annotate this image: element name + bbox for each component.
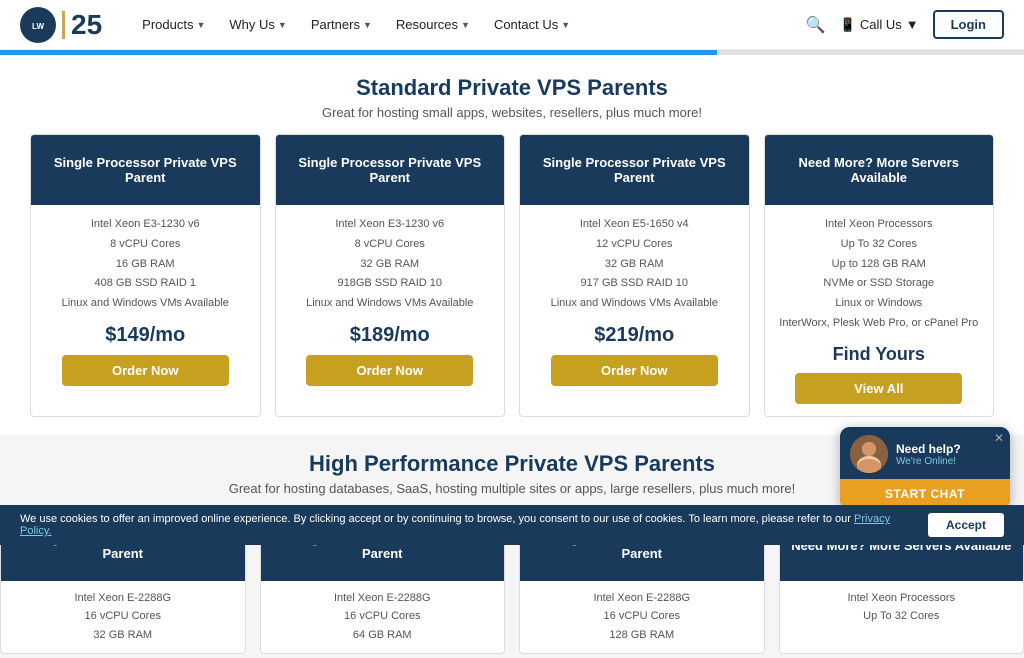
navbar-right: 🔍 📱 Call Us ▼ Login — [806, 10, 1004, 39]
card-3-header: Single Processor Private VPS Parent — [520, 135, 749, 205]
nav-resources[interactable]: Resources ▼ — [386, 11, 480, 38]
logo[interactable]: LW 25 — [20, 7, 102, 43]
chat-text: Need help? We're Online! — [896, 442, 961, 467]
card-need-more-body: Intel Xeon Processors Up To 32 Cores Up … — [765, 205, 994, 416]
card-3-price: $219/mo — [530, 324, 739, 347]
nav-menu: Products ▼ Why Us ▼ Partners ▼ Resources… — [132, 11, 806, 38]
products-arrow-icon: ▼ — [196, 20, 205, 30]
resources-arrow-icon: ▼ — [461, 20, 470, 30]
standard-section-title: Standard Private VPS Parents — [30, 75, 994, 101]
card-2-specs: Intel Xeon E3-1230 v6 8 vCPU Cores 32 GB… — [286, 215, 495, 314]
card-3: Single Processor Private VPS Parent Inte… — [519, 134, 750, 417]
card-need-more: Need More? More Servers Available Intel … — [764, 134, 995, 417]
chat-title: Need help? — [896, 442, 961, 456]
login-button[interactable]: Login — [933, 10, 1004, 39]
phone-icon: 📱 — [840, 17, 856, 33]
standard-cards-grid: Single Processor Private VPS Parent Inte… — [30, 134, 994, 417]
card-1-order-button[interactable]: Order Now — [62, 355, 229, 386]
chat-avatar — [850, 435, 888, 473]
nav-contact-us[interactable]: Contact Us ▼ — [484, 11, 580, 38]
hp-card-need-more-body: Intel Xeon Processors Up To 32 Cores — [780, 581, 1024, 634]
chat-widget: Need help? We're Online! ✕ START CHAT — [840, 427, 1010, 509]
partners-arrow-icon: ▼ — [363, 20, 372, 30]
search-icon[interactable]: 🔍 — [806, 15, 826, 35]
card-2-order-button[interactable]: Order Now — [306, 355, 473, 386]
card-1-specs: Intel Xeon E3-1230 v6 8 vCPU Cores 16 GB… — [41, 215, 250, 314]
view-all-button[interactable]: View All — [795, 373, 962, 404]
card-1-body: Intel Xeon E3-1230 v6 8 vCPU Cores 16 GB… — [31, 205, 260, 398]
card-2-price: $189/mo — [286, 324, 495, 347]
contact-arrow-icon: ▼ — [561, 20, 570, 30]
call-arrow-icon: ▼ — [906, 17, 919, 32]
card-3-body: Intel Xeon E5-1650 v4 12 vCPU Cores 32 G… — [520, 205, 749, 398]
card-2-body: Intel Xeon E3-1230 v6 8 vCPU Cores 32 GB… — [276, 205, 505, 398]
card-1: Single Processor Private VPS Parent Inte… — [30, 134, 261, 417]
nav-partners[interactable]: Partners ▼ — [301, 11, 382, 38]
logo-icon: LW — [20, 7, 56, 43]
chat-subtitle: We're Online! — [896, 456, 961, 467]
cookie-text: We use cookies to offer an improved onli… — [20, 513, 908, 537]
hp-card-1-body: Intel Xeon E-2288G 16 vCPU Cores 32 GB R… — [1, 581, 245, 653]
why-us-arrow-icon: ▼ — [278, 20, 287, 30]
card-3-specs: Intel Xeon E5-1650 v4 12 vCPU Cores 32 G… — [530, 215, 739, 314]
nav-why-us[interactable]: Why Us ▼ — [219, 11, 296, 38]
card-need-more-header: Need More? More Servers Available — [765, 135, 994, 205]
card-1-price: $149/mo — [41, 324, 250, 347]
call-us-nav[interactable]: 📱 Call Us ▼ — [840, 17, 919, 33]
navbar: LW 25 Products ▼ Why Us ▼ Partners ▼ Res… — [0, 0, 1024, 50]
hp-card-3-body: Intel Xeon E-2288G 16 vCPU Cores 128 GB … — [520, 581, 764, 653]
hp-card-2-body: Intel Xeon E-2288G 16 vCPU Cores 64 GB R… — [261, 581, 505, 653]
chat-header: Need help? We're Online! ✕ — [840, 427, 1010, 479]
find-yours-label: Find Yours — [775, 344, 984, 365]
accept-cookies-button[interactable]: Accept — [928, 513, 1004, 537]
logo-25: 25 — [62, 11, 102, 39]
cookie-bar: We use cookies to offer an improved onli… — [0, 505, 1024, 545]
svg-text:LW: LW — [32, 22, 44, 31]
card-2: Single Processor Private VPS Parent Inte… — [275, 134, 506, 417]
card-2-header: Single Processor Private VPS Parent — [276, 135, 505, 205]
card-3-order-button[interactable]: Order Now — [551, 355, 718, 386]
main-content: Standard Private VPS Parents Great for h… — [0, 55, 1024, 417]
nav-products[interactable]: Products ▼ — [132, 11, 215, 38]
card-need-more-specs: Intel Xeon Processors Up To 32 Cores Up … — [775, 215, 984, 334]
card-1-header: Single Processor Private VPS Parent — [31, 135, 260, 205]
standard-section-subtitle: Great for hosting small apps, websites, … — [30, 105, 994, 120]
chat-close-icon[interactable]: ✕ — [994, 431, 1004, 445]
